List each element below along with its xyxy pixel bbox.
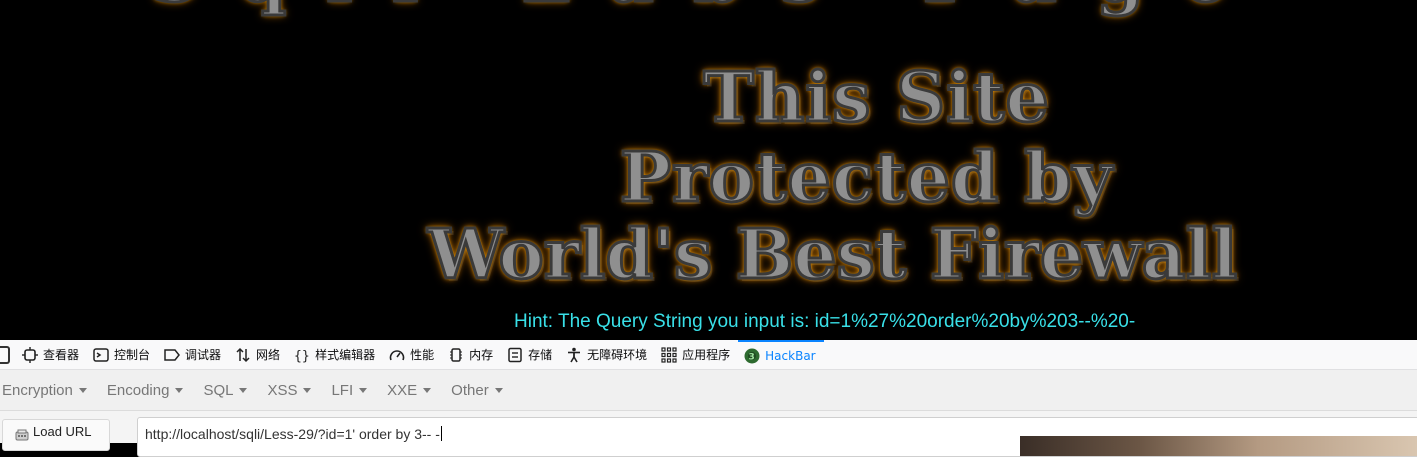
menu-label: SQL	[203, 381, 234, 399]
caret-down-icon	[78, 387, 87, 393]
memory-icon	[448, 347, 464, 363]
devtools-toolbar: 查看器 控制台 调试器 网络 {} 样式编辑器 性能 内存 存储 无障碍环境 应…	[0, 340, 1417, 370]
caret-down-icon	[239, 387, 248, 393]
menu-label: LFI	[331, 381, 354, 399]
accessibility-icon	[566, 347, 582, 363]
load-url-icon	[15, 428, 29, 441]
menu-label: XXE	[387, 381, 418, 399]
menu-label: Encoding	[106, 381, 170, 399]
menu-lfi[interactable]: LFI	[331, 381, 368, 399]
tab-style-editor[interactable]: {} 样式编辑器	[288, 340, 383, 369]
tab-label: 无障碍环境	[587, 348, 648, 362]
menu-label: Encryption	[2, 381, 73, 399]
application-icon	[661, 346, 677, 363]
style-editor-icon: {}	[294, 347, 310, 364]
debugger-icon	[164, 347, 180, 363]
tab-application[interactable]: 应用程序	[655, 340, 738, 369]
tab-memory[interactable]: 内存	[442, 340, 501, 369]
caret-down-icon	[303, 387, 312, 393]
element-picker-icon[interactable]	[0, 345, 10, 364]
caret-down-icon	[359, 387, 368, 393]
tab-label: 样式编辑器	[315, 348, 376, 362]
url-input-value: http://localhost/sqli/Less-29/?id=1' ord…	[145, 426, 440, 442]
tab-label: 控制台	[114, 348, 151, 362]
storage-icon	[507, 347, 523, 363]
network-icon	[235, 347, 251, 363]
console-icon	[93, 347, 109, 363]
tab-label: 存储	[528, 348, 553, 362]
tab-console[interactable]: 控制台	[87, 340, 158, 369]
tab-label: 内存	[469, 348, 494, 362]
caret-down-icon	[494, 387, 503, 393]
tab-storage[interactable]: 存储	[501, 340, 560, 369]
menu-sql[interactable]: SQL	[203, 381, 248, 399]
tab-accessibility[interactable]: 无障碍环境	[560, 340, 655, 369]
menu-xxe[interactable]: XXE	[387, 381, 432, 399]
svg-text:3: 3	[749, 352, 755, 362]
caret-down-icon	[175, 387, 184, 393]
load-url-button[interactable]: Load URL	[2, 419, 110, 451]
query-hint-text: Hint: The Query String you input is: id=…	[514, 311, 1136, 332]
menu-other[interactable]: Other	[451, 382, 503, 399]
tab-label: 查看器	[43, 348, 80, 362]
banner-line-3: World's Best Firewall	[426, 214, 1239, 297]
tab-network[interactable]: 网络	[229, 340, 288, 369]
banner-line-1: This Site	[702, 57, 1050, 140]
tab-inspector[interactable]: 查看器	[16, 340, 87, 369]
caret-down-icon	[423, 387, 432, 393]
page-viewport: Sqli Labs Page This Site Protected by Wo…	[0, 0, 1417, 340]
tab-debugger[interactable]: 调试器	[158, 340, 229, 369]
tab-label: HackBar	[765, 348, 816, 363]
banner-top-partial: Sqli Labs Page	[0, 0, 1417, 20]
hackbar-icon: 3	[744, 348, 760, 364]
tab-label: 应用程序	[682, 348, 731, 362]
tab-label: 调试器	[185, 348, 222, 362]
hackbar-menu: Encryption Encoding SQL XSS LFI XXE Othe…	[0, 370, 1417, 411]
inspector-icon	[22, 346, 38, 363]
menu-encoding[interactable]: Encoding	[107, 382, 184, 399]
hackbar-content: Load URL http://localhost/sqli/Less-29/?…	[0, 411, 1417, 457]
text-cursor	[440, 426, 442, 441]
partial-image-thumbnail	[1020, 436, 1417, 456]
tab-hackbar[interactable]: 3 HackBar	[738, 340, 824, 369]
tab-performance[interactable]: 性能	[383, 340, 442, 369]
load-url-label: Load URL	[33, 424, 92, 439]
tab-label: 性能	[410, 348, 435, 362]
menu-label: Other	[451, 381, 489, 399]
tab-label: 网络	[256, 348, 281, 362]
menu-xss[interactable]: XSS	[267, 381, 312, 399]
menu-label: XSS	[267, 381, 298, 399]
banner-line-2: Protected by	[618, 137, 1114, 220]
svg-text:{}: {}	[294, 349, 310, 363]
menu-encryption[interactable]: Encryption	[2, 382, 87, 399]
performance-icon	[389, 347, 405, 363]
